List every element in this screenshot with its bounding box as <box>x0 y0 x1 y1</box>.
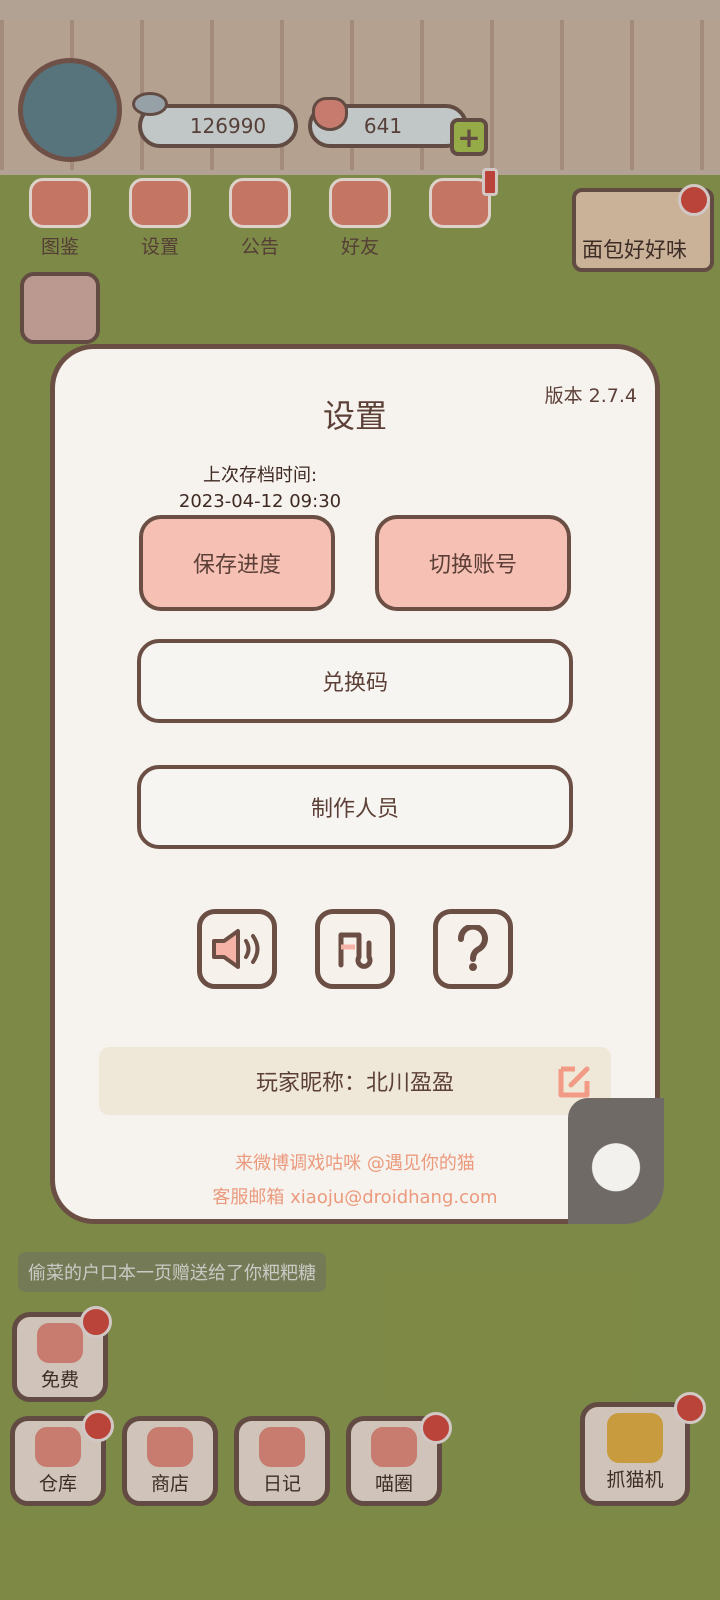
email-contact: 客服邮箱 xiaoju@droidhang.com <box>212 1187 498 1208</box>
last-save-time: 2023-04-12 09:30 <box>178 491 342 512</box>
last-save-info: 上次存档时间: 2023-04-12 09:30 <box>155 463 365 515</box>
speaker-icon <box>212 929 260 969</box>
edit-icon[interactable] <box>557 1061 593 1099</box>
question-mark-icon <box>457 925 488 971</box>
redeem-code-button[interactable]: 兑换码 <box>137 639 573 723</box>
weibo-contact: 来微博调戏咕咪 @遇见你的猫 <box>235 1153 475 1174</box>
last-save-label: 上次存档时间: <box>202 465 318 486</box>
switch-account-label: 切换账号 <box>428 553 517 578</box>
music-button[interactable] <box>315 909 395 989</box>
cat-photo <box>568 1098 664 1224</box>
nickname-field[interactable]: 玩家昵称：北川盈盈 <box>99 1047 611 1115</box>
music-note-icon <box>338 932 373 969</box>
help-button[interactable] <box>433 909 513 989</box>
credits-label: 制作人员 <box>310 797 399 822</box>
sound-button[interactable] <box>197 909 277 989</box>
settings-dialog: 设置 版本 2.7.4 上次存档时间: 2023-04-12 09:30 保存进… <box>50 344 660 1224</box>
credits-button[interactable]: 制作人员 <box>137 765 573 849</box>
switch-account-button[interactable]: 切换账号 <box>375 515 571 611</box>
save-progress-label: 保存进度 <box>192 553 281 578</box>
version-label: 版本 2.7.4 <box>544 385 637 407</box>
nickname-label: 玩家昵称：北川盈盈 <box>255 1071 454 1096</box>
redeem-code-label: 兑换码 <box>321 671 388 696</box>
save-progress-button[interactable]: 保存进度 <box>139 515 335 611</box>
